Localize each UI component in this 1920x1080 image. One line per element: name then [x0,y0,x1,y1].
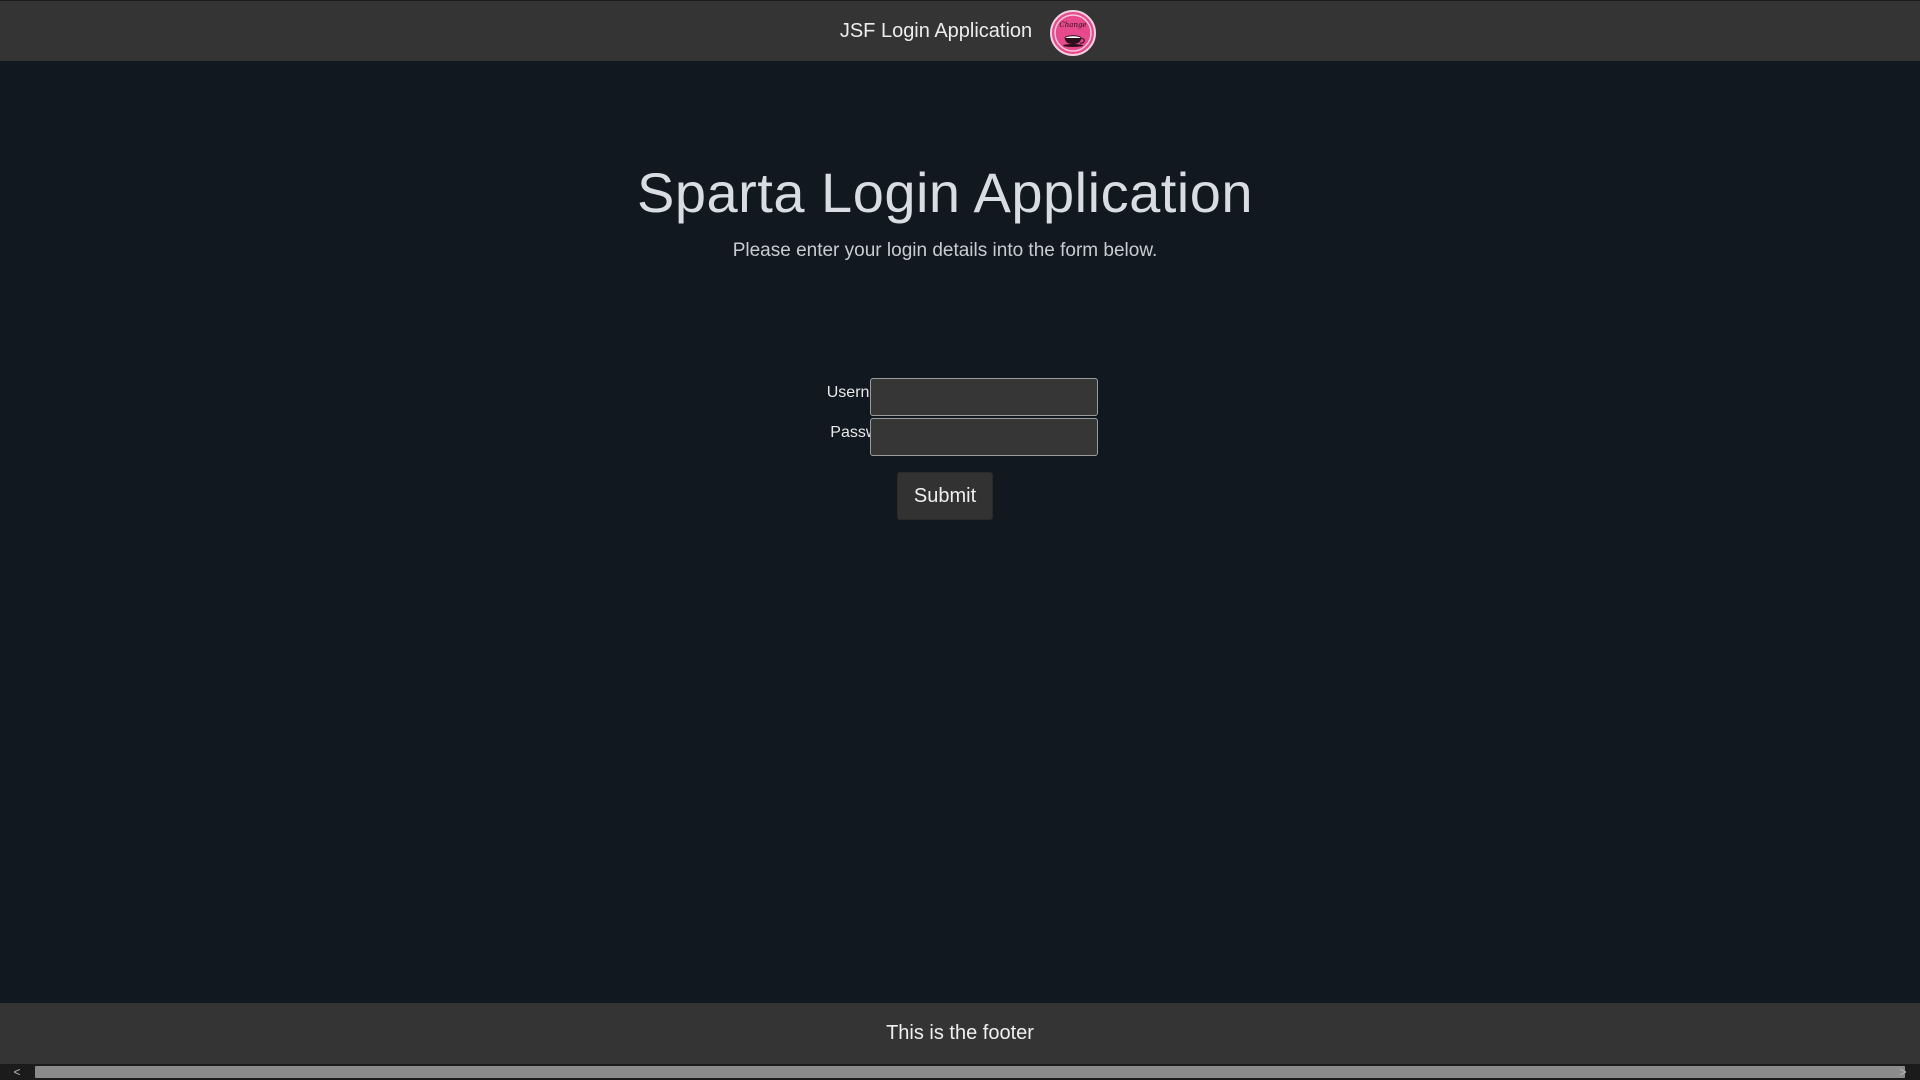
page: JSF Login Application Change Sparta Logi… [0,0,1920,1080]
password-input[interactable] [870,418,1098,456]
page-subtitle: Please enter your login details into the… [732,240,1158,261]
submit-button[interactable]: Submit [897,472,993,520]
footer: This is the footer [0,1003,1920,1064]
username-row: Username: [790,378,1100,418]
scroll-right-icon[interactable]: > [1886,1064,1920,1080]
page-title: Sparta Login Application [637,161,1253,224]
login-form: Username: Password: [790,378,1100,458]
scroll-left-icon[interactable]: < [0,1064,34,1080]
logo-text: Change [1060,21,1087,29]
footer-text: This is the footer [886,1022,1034,1044]
top-navbar: JSF Login Application Change [0,0,1920,61]
username-input[interactable] [870,378,1098,416]
horizontal-scrollbar[interactable]: < > [0,1064,1920,1080]
app-title: JSF Login Application [839,19,1033,42]
password-row: Password: [790,418,1100,458]
scrollbar-thumb[interactable] [35,1066,1905,1078]
coffee-cup-logo-icon[interactable]: Change [1050,10,1097,56]
